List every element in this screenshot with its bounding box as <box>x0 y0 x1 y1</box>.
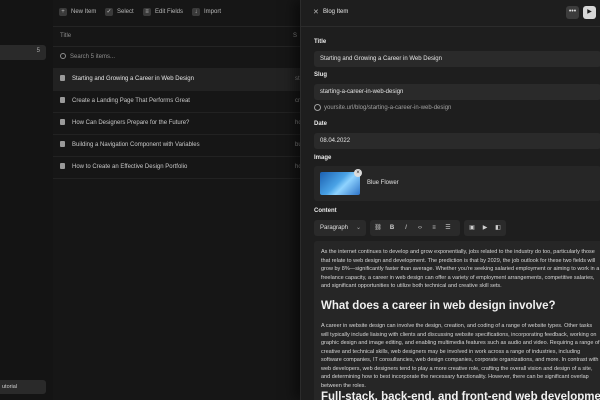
numbered-list-icon[interactable]: ☰ <box>444 224 452 232</box>
edit-fields-label: Edit Fields <box>155 9 184 15</box>
link-icon[interactable]: ⛓ <box>374 224 382 232</box>
table-row[interactable]: How Can Designers Prepare for the Future… <box>53 112 302 135</box>
search-bar[interactable]: Search 5 items... <box>53 46 300 69</box>
globe-icon <box>314 104 321 111</box>
content-editor[interactable]: As the internet continues to develop and… <box>314 241 600 400</box>
bullet-list-icon[interactable]: ≡ <box>430 224 438 232</box>
new-item-label: New Item <box>71 9 97 15</box>
row-title: How to Create an Effective Design Portfo… <box>72 164 188 170</box>
slug-hint: yoursite.url/blog/starting-a-career-in-w… <box>314 104 451 111</box>
content-paragraph: As the internet continues to develop and… <box>321 249 600 289</box>
embed-icon[interactable]: ◧ <box>494 224 502 232</box>
sidebar-item-count: 5 <box>36 48 40 54</box>
new-item-button[interactable]: + New Item <box>59 8 96 16</box>
video-icon[interactable]: ▶ <box>481 224 489 232</box>
row-title: How Can Designers Prepare for the Future… <box>72 120 190 126</box>
format-group: ⛓ B I ‹› ≡ ☰ <box>370 220 460 236</box>
row-title: Building a Navigation Component with Var… <box>72 142 200 148</box>
row-cell: st <box>295 76 300 82</box>
document-icon <box>60 75 65 81</box>
slug-field-label: Slug <box>314 72 327 78</box>
code-icon[interactable]: ‹› <box>416 224 424 232</box>
import-label: Import <box>204 9 222 15</box>
date-field[interactable]: 08.04.2022 <box>314 133 600 149</box>
image-field-label: Image <box>314 155 332 161</box>
search-icon <box>60 53 66 59</box>
title-field-label: Title <box>314 39 327 45</box>
import-button[interactable]: ↓ Import <box>192 8 221 16</box>
image-filename: Blue Flower <box>367 180 399 186</box>
sidebar-item-tutorial[interactable]: utorial <box>0 380 46 394</box>
table-row[interactable]: Building a Navigation Component with Var… <box>53 134 302 157</box>
column-title[interactable]: Title <box>60 33 71 39</box>
more-options-button[interactable]: ••• <box>566 6 579 19</box>
content-paragraph: A career in website design can involve t… <box>321 323 600 389</box>
column-header: Title S <box>53 26 300 47</box>
date-field-label: Date <box>314 121 328 127</box>
block-type-select[interactable]: Paragraph ⌄ <box>314 220 366 236</box>
table-row[interactable]: Starting and Growing a Career in Web Des… <box>53 68 300 91</box>
edit-fields-button[interactable]: ≡ Edit Fields <box>143 8 183 16</box>
title-field[interactable]: Starting and Growing a Career in Web Des… <box>314 51 600 67</box>
close-icon[interactable]: ✕ <box>313 8 319 16</box>
sidebar: 5 utorial <box>0 0 54 400</box>
item-editor-panel: ✕ Blog Item ••• ▶ Title Starting and Gro… <box>300 0 600 400</box>
table-row[interactable]: How to Create an Effective Design Portfo… <box>53 156 302 179</box>
content-heading: What does a career in web design involve… <box>321 300 556 312</box>
import-icon: ↓ <box>192 8 200 16</box>
row-title: Create a Landing Page That Performs Grea… <box>72 98 190 104</box>
select-button[interactable]: ✓ Select <box>105 8 134 16</box>
insert-group: ▣ ▶ ◧ <box>464 220 506 236</box>
preview-button[interactable]: ▶ <box>583 6 596 19</box>
content-field-label: Content <box>314 208 337 214</box>
image-icon[interactable]: ▣ <box>468 224 476 232</box>
image-field[interactable]: × Blue Flower <box>314 166 600 201</box>
document-icon <box>60 97 65 103</box>
slug-field[interactable]: starting-a-career-in-web-design <box>314 84 600 100</box>
plus-icon: + <box>59 8 67 16</box>
block-type-value: Paragraph <box>320 225 349 231</box>
select-label: Select <box>117 9 134 15</box>
list-toolbar: + New Item ✓ Select ≡ Edit Fields ↓ Impo… <box>53 0 300 27</box>
fields-icon: ≡ <box>143 8 151 16</box>
chevron-down-icon: ⌄ <box>355 225 361 231</box>
bold-icon[interactable]: B <box>388 224 396 232</box>
document-icon <box>60 163 65 169</box>
item-list: + New Item ✓ Select ≡ Edit Fields ↓ Impo… <box>53 0 302 400</box>
italic-icon[interactable]: I <box>402 224 410 232</box>
rich-text-toolbar: Paragraph ⌄ ⛓ B I ‹› ≡ ☰ ▣ ▶ ◧ <box>314 220 600 236</box>
document-icon <box>60 119 65 125</box>
table-row[interactable]: Create a Landing Page That Performs Grea… <box>53 90 300 113</box>
panel-header: ✕ Blog Item ••• ▶ <box>301 0 600 27</box>
document-icon <box>60 141 65 147</box>
checkbox-icon: ✓ <box>105 8 113 16</box>
row-title: Starting and Growing a Career in Web Des… <box>72 76 194 82</box>
remove-image-icon[interactable]: × <box>354 169 362 177</box>
search-input[interactable]: Search 5 items... <box>70 54 115 60</box>
column-second[interactable]: S <box>293 33 297 39</box>
content-heading: Full-stack, back-end, and front-end web … <box>321 391 600 400</box>
panel-title: Blog Item <box>323 9 349 15</box>
slug-hint-text: yoursite.url/blog/starting-a-career-in-w… <box>324 104 452 111</box>
